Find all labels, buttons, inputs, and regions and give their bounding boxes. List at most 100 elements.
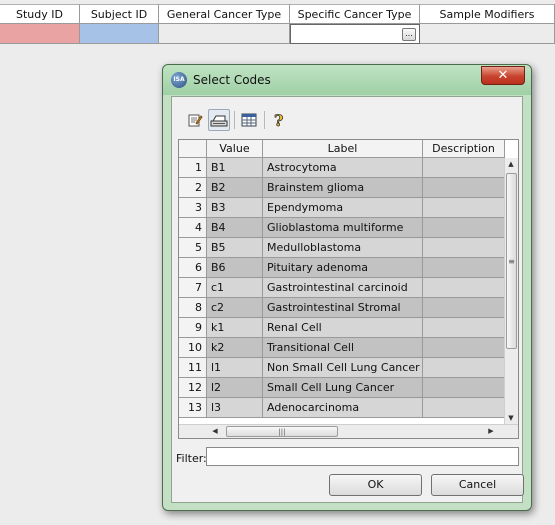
general-cancer-type-cell[interactable] bbox=[159, 24, 290, 44]
row-number[interactable]: 13 bbox=[179, 398, 207, 418]
label-cell[interactable]: Ependymoma bbox=[263, 198, 423, 218]
value-cell[interactable]: k1 bbox=[207, 318, 263, 338]
label-cell[interactable]: Transitional Cell bbox=[263, 338, 423, 358]
value-cell[interactable]: l3 bbox=[207, 398, 263, 418]
row-number[interactable]: 5 bbox=[179, 238, 207, 258]
table-row[interactable]: 13 l3 Adenocarcinoma bbox=[179, 398, 505, 418]
table-row[interactable]: 5 B5 Medulloblastoma bbox=[179, 238, 505, 258]
table-row[interactable]: 2 B2 Brainstem glioma bbox=[179, 178, 505, 198]
description-cell[interactable] bbox=[423, 298, 505, 318]
description-cell[interactable] bbox=[423, 318, 505, 338]
filter-input[interactable] bbox=[206, 447, 519, 466]
row-number[interactable]: 7 bbox=[179, 278, 207, 298]
description-cell[interactable] bbox=[423, 198, 505, 218]
table-row[interactable]: 3 B3 Ependymoma bbox=[179, 198, 505, 218]
table-row[interactable]: 9 k1 Renal Cell bbox=[179, 318, 505, 338]
label-cell[interactable]: Gastrointestinal carcinoid bbox=[263, 278, 423, 298]
subject-id-cell[interactable] bbox=[80, 24, 159, 44]
description-cell[interactable] bbox=[423, 238, 505, 258]
label-cell[interactable]: Adenocarcinoma bbox=[263, 398, 423, 418]
row-number[interactable]: 2 bbox=[179, 178, 207, 198]
description-cell[interactable] bbox=[423, 258, 505, 278]
column-header-description[interactable]: Description bbox=[423, 140, 505, 158]
sample-modifiers-cell[interactable] bbox=[420, 24, 555, 44]
select-codes-dialog: ISA Select Codes ✕ ? Value Label Descrip… bbox=[162, 64, 532, 511]
dialog-titlebar[interactable]: ISA Select Codes ✕ bbox=[163, 65, 531, 95]
description-cell[interactable] bbox=[423, 178, 505, 198]
value-cell[interactable]: c1 bbox=[207, 278, 263, 298]
table-row[interactable]: 11 l1 Non Small Cell Lung Cancer bbox=[179, 358, 505, 378]
row-number[interactable]: 3 bbox=[179, 198, 207, 218]
help-button[interactable]: ? bbox=[268, 109, 290, 131]
column-header-label[interactable]: Label bbox=[263, 140, 423, 158]
label-cell[interactable]: Gastrointestinal Stromal bbox=[263, 298, 423, 318]
value-cell[interactable]: B2 bbox=[207, 178, 263, 198]
column-header-subject-id[interactable]: Subject ID bbox=[80, 4, 159, 24]
browse-codes-button[interactable]: ... bbox=[402, 28, 416, 41]
table-row[interactable]: 12 l2 Small Cell Lung Cancer bbox=[179, 378, 505, 398]
value-cell[interactable]: B3 bbox=[207, 198, 263, 218]
description-cell[interactable] bbox=[423, 378, 505, 398]
value-cell[interactable]: l1 bbox=[207, 358, 263, 378]
value-cell[interactable]: c2 bbox=[207, 298, 263, 318]
label-cell[interactable]: Non Small Cell Lung Cancer bbox=[263, 358, 423, 378]
label-cell[interactable]: Pituitary adenoma bbox=[263, 258, 423, 278]
column-header-value[interactable]: Value bbox=[207, 140, 263, 158]
horizontal-scrollbar[interactable]: ◀ ||| ▶ bbox=[179, 424, 518, 438]
study-id-cell[interactable] bbox=[0, 24, 80, 44]
description-cell[interactable] bbox=[423, 358, 505, 378]
label-cell[interactable]: Renal Cell bbox=[263, 318, 423, 338]
row-number[interactable]: 9 bbox=[179, 318, 207, 338]
table-row[interactable]: 6 B6 Pituitary adenoma bbox=[179, 258, 505, 278]
value-cell[interactable]: l2 bbox=[207, 378, 263, 398]
horizontal-scroll-thumb[interactable]: ||| bbox=[226, 426, 338, 437]
scroll-down-icon[interactable]: ▼ bbox=[505, 414, 517, 422]
table-row[interactable]: 10 k2 Transitional Cell bbox=[179, 338, 505, 358]
value-cell[interactable]: k2 bbox=[207, 338, 263, 358]
column-header-general-cancer-type[interactable]: General Cancer Type bbox=[159, 4, 290, 24]
description-cell[interactable] bbox=[423, 338, 505, 358]
print-button[interactable] bbox=[208, 109, 230, 131]
label-cell[interactable]: Small Cell Lung Cancer bbox=[263, 378, 423, 398]
table-row[interactable]: 4 B4 Glioblastoma multiforme bbox=[179, 218, 505, 238]
label-cell[interactable]: Brainstem glioma bbox=[263, 178, 423, 198]
vertical-scrollbar[interactable]: ▲ ≡ ▼ bbox=[504, 158, 518, 424]
ok-button[interactable]: OK bbox=[329, 474, 422, 496]
row-number[interactable]: 12 bbox=[179, 378, 207, 398]
row-number[interactable]: 4 bbox=[179, 218, 207, 238]
row-number[interactable]: 11 bbox=[179, 358, 207, 378]
value-cell[interactable]: B4 bbox=[207, 218, 263, 238]
scroll-up-icon[interactable]: ▲ bbox=[505, 160, 517, 168]
description-cell[interactable] bbox=[423, 278, 505, 298]
label-cell[interactable]: Glioblastoma multiforme bbox=[263, 218, 423, 238]
column-header-specific-cancer-type[interactable]: Specific Cancer Type bbox=[290, 4, 420, 24]
description-cell[interactable] bbox=[423, 218, 505, 238]
value-cell[interactable]: B5 bbox=[207, 238, 263, 258]
spreadsheet-header: Study ID Subject ID General Cancer Type … bbox=[0, 4, 555, 24]
row-number[interactable]: 1 bbox=[179, 158, 207, 178]
value-cell[interactable]: B1 bbox=[207, 158, 263, 178]
description-cell[interactable] bbox=[423, 158, 505, 178]
scroll-left-icon[interactable]: ◀ bbox=[209, 427, 221, 435]
svg-text:?: ? bbox=[274, 111, 283, 129]
scroll-right-icon[interactable]: ▶ bbox=[485, 427, 497, 435]
table-row[interactable]: 7 c1 Gastrointestinal carcinoid bbox=[179, 278, 505, 298]
table-view-button[interactable] bbox=[238, 109, 260, 131]
table-row[interactable]: 8 c2 Gastrointestinal Stromal bbox=[179, 298, 505, 318]
label-cell[interactable]: Astrocytoma bbox=[263, 158, 423, 178]
column-header-study-id[interactable]: Study ID bbox=[0, 4, 80, 24]
table-row[interactable]: 1 B1 Astrocytoma bbox=[179, 158, 505, 178]
cancel-button[interactable]: Cancel bbox=[431, 474, 524, 496]
edit-button[interactable] bbox=[184, 109, 206, 131]
label-cell[interactable]: Medulloblastoma bbox=[263, 238, 423, 258]
row-number[interactable]: 8 bbox=[179, 298, 207, 318]
row-number[interactable]: 6 bbox=[179, 258, 207, 278]
vertical-scroll-thumb[interactable]: ≡ bbox=[506, 173, 517, 349]
row-number[interactable]: 10 bbox=[179, 338, 207, 358]
description-cell[interactable] bbox=[423, 398, 505, 418]
column-header-sample-modifiers[interactable]: Sample Modifiers bbox=[420, 4, 555, 24]
close-button[interactable]: ✕ bbox=[481, 66, 525, 85]
toolbar-separator bbox=[264, 111, 265, 129]
specific-cancer-type-cell[interactable]: ... bbox=[290, 24, 420, 44]
value-cell[interactable]: B6 bbox=[207, 258, 263, 278]
